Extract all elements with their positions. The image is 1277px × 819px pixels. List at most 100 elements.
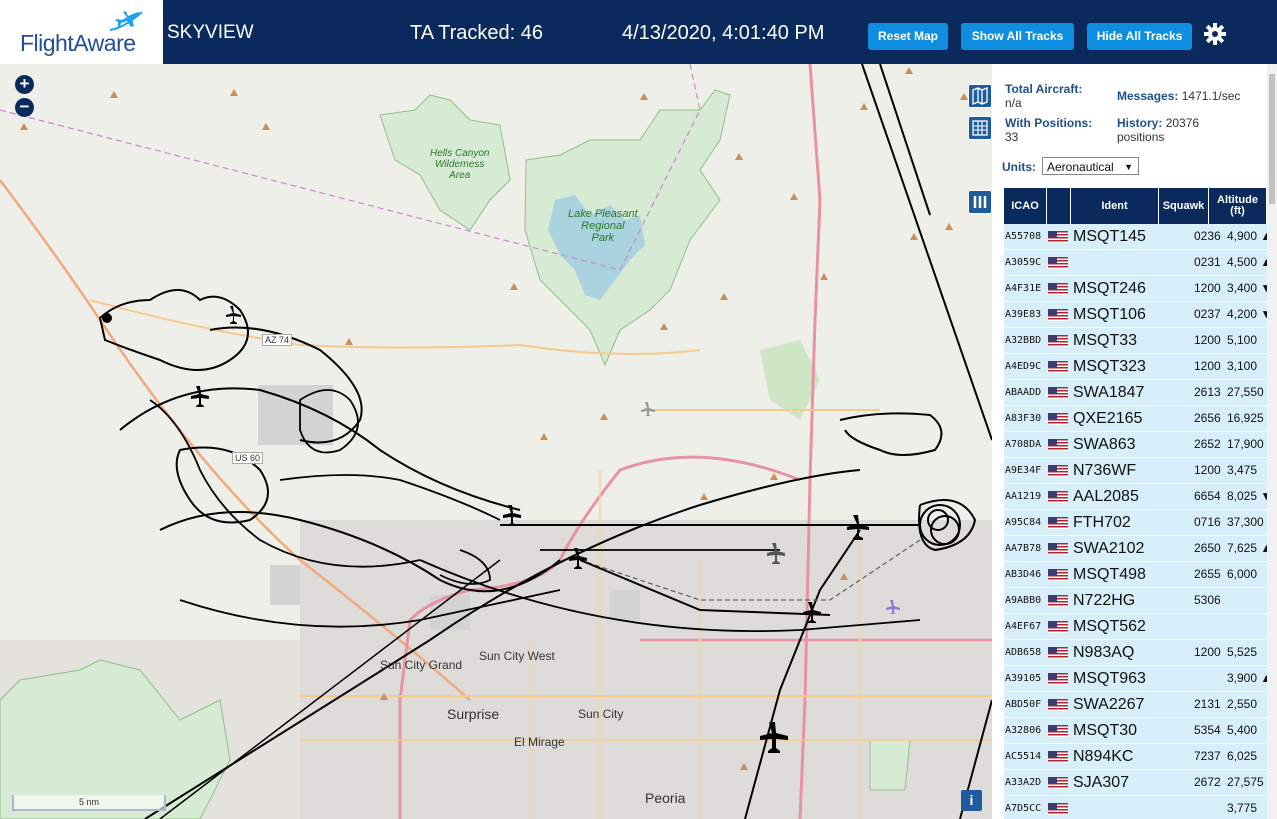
table-row[interactable]: ABD50F SWA2267 2131 2,550 xyxy=(1004,692,1267,718)
table-row[interactable]: AB3D46 MSQT498 2655 6,000 xyxy=(1004,562,1267,588)
current-datetime: 4/13/2020, 4:01:40 PM xyxy=(622,22,825,44)
us-flag-icon xyxy=(1048,257,1068,269)
us-flag-icon xyxy=(1048,465,1068,477)
altitude-cell: 5,525 xyxy=(1227,645,1258,659)
icao-cell: A95C84 xyxy=(1005,517,1042,528)
label-surprise: Surprise xyxy=(447,706,500,722)
top-bar: FlightAware SKYVIEW TA Tracked: 46 4/13/… xyxy=(0,0,1277,64)
zoom-out-button[interactable]: − xyxy=(15,98,34,117)
altitude-cell: 6,025 xyxy=(1227,749,1258,763)
icao-cell: A3059C xyxy=(1005,257,1042,268)
col-altitude[interactable]: Altitude (ft) xyxy=(1209,188,1267,224)
table-row[interactable]: A95C84 FTH702 0716 37,300 ▲ xyxy=(1004,510,1277,536)
icao-cell: A32BBD xyxy=(1005,335,1042,346)
squawk-cell: 1200 xyxy=(1194,281,1221,295)
table-row[interactable]: A9ABB0 N722HG 5306 xyxy=(1004,588,1267,614)
icao-cell: A9ABB0 xyxy=(1005,595,1042,606)
ident-cell: MSQT246 xyxy=(1073,280,1146,297)
col-flag[interactable] xyxy=(1047,188,1071,224)
grid-icon[interactable] xyxy=(968,116,992,140)
us-flag-icon xyxy=(1048,595,1068,607)
squawk-cell: 0236 xyxy=(1194,229,1221,243)
table-row[interactable]: A7D5CC 3,775 xyxy=(1004,796,1267,819)
zoom-in-button[interactable]: + xyxy=(15,75,34,94)
info-button[interactable]: i xyxy=(961,790,982,811)
table-row[interactable]: AA7B78 SWA2102 2650 7,625 ▲ xyxy=(1004,536,1272,562)
scrollbar-thumb[interactable] xyxy=(1269,74,1275,204)
airplane-logo-icon xyxy=(109,11,143,31)
ident-cell: MSQT323 xyxy=(1073,358,1146,375)
icao-cell: ABAADD xyxy=(1005,387,1042,398)
label-peoria: Peoria xyxy=(645,790,686,806)
table-row[interactable]: A39E83 MSQT106 0237 4,200 ▼ xyxy=(1004,302,1272,328)
table-row[interactable]: A4EF67 MSQT562 xyxy=(1004,614,1267,640)
table-row[interactable]: A32BBD MSQT33 1200 5,100 xyxy=(1004,328,1267,354)
icao-cell: A32806 xyxy=(1005,725,1042,736)
table-row[interactable]: A4F31E MSQT246 1200 3,400 ▼ xyxy=(1004,276,1272,302)
icao-cell: AA1219 xyxy=(1005,491,1042,502)
us-flag-icon xyxy=(1048,569,1068,581)
icao-cell: A39E83 xyxy=(1005,309,1042,320)
icao-cell: AC5514 xyxy=(1005,751,1042,762)
table-row[interactable]: A32806 MSQT30 5354 5,400 xyxy=(1004,718,1267,744)
table-row[interactable]: AC5514 N894KC 7237 6,025 xyxy=(1004,744,1267,770)
table-row[interactable]: A3059C 0231 4,500 ▲ xyxy=(1004,250,1272,276)
us-flag-icon xyxy=(1048,647,1068,659)
ident-cell: MSQT106 xyxy=(1073,306,1146,323)
with-positions: With Positions: 33 xyxy=(1005,116,1093,144)
us-flag-icon xyxy=(1048,231,1068,243)
squawk-cell: 2131 xyxy=(1194,697,1221,711)
units-label: Units: xyxy=(1002,160,1036,174)
table-row[interactable]: A39105 MSQT963 3,900 ▲ xyxy=(1004,666,1272,692)
ident-cell: MSQT145 xyxy=(1073,228,1146,245)
us-flag-icon xyxy=(1048,751,1068,763)
icao-cell: A9E34F xyxy=(1005,465,1042,476)
table-row[interactable]: A33A2D SJA307 2672 27,575 ▲ xyxy=(1004,770,1277,796)
table-row[interactable]: ABAADD SWA1847 2613 27,550 ▲ xyxy=(1004,380,1277,406)
squawk-cell: 1200 xyxy=(1194,333,1221,347)
reset-map-button[interactable]: Reset Map xyxy=(868,23,948,50)
altitude-cell: 7,625 ▲ xyxy=(1227,541,1273,555)
map-layers-icon[interactable] xyxy=(968,84,992,108)
squawk-cell: 0237 xyxy=(1194,307,1221,321)
table-row[interactable]: A4ED9C MSQT323 1200 3,100 xyxy=(1004,354,1267,380)
altitude-cell: 3,100 xyxy=(1227,359,1258,373)
map-view[interactable]: Hells Canyon Wilderness Area Lake Pleasant… xyxy=(0,64,992,819)
us-flag-icon xyxy=(1048,491,1068,503)
table-row[interactable]: A83F30 QXE2165 2656 16,925 ▲ xyxy=(1004,406,1277,432)
us-flag-icon xyxy=(1048,673,1068,685)
table-row[interactable]: AA1219 AAL2085 6654 8,025 ▼ xyxy=(1004,484,1272,510)
col-ident[interactable]: Ident xyxy=(1071,188,1159,224)
icao-cell: A4EF67 xyxy=(1005,621,1042,632)
panel-scrollbar[interactable] xyxy=(1267,64,1277,819)
ident-cell: SJA307 xyxy=(1073,774,1130,791)
gear-icon[interactable] xyxy=(1203,22,1227,46)
table-row[interactable]: A708DA SWA863 2652 17,900 ▲ xyxy=(1004,432,1277,458)
flightaware-logo[interactable]: FlightAware xyxy=(0,0,163,64)
show-all-tracks-button[interactable]: Show All Tracks xyxy=(961,23,1074,50)
us-flag-icon xyxy=(1048,387,1068,399)
col-icao[interactable]: ICAO xyxy=(1004,188,1047,224)
squawk-cell: 2613 xyxy=(1194,385,1221,399)
ident-cell: N894KC xyxy=(1073,748,1134,765)
columns-icon[interactable] xyxy=(968,190,992,214)
altitude-cell: 2,550 xyxy=(1227,697,1258,711)
hide-all-tracks-button[interactable]: Hide All Tracks xyxy=(1087,23,1192,50)
ident-cell: AAL2085 xyxy=(1073,488,1139,505)
ident-cell: MSQT498 xyxy=(1073,566,1146,583)
label-el-mirage: El Mirage xyxy=(514,735,565,749)
us-flag-icon xyxy=(1048,517,1068,529)
col-squawk[interactable]: Squawk xyxy=(1159,188,1209,224)
table-row[interactable]: ADB658 N983AQ 1200 5,525 xyxy=(1004,640,1267,666)
ident-cell: MSQT562 xyxy=(1073,618,1146,635)
icao-cell: A55708 xyxy=(1005,231,1042,242)
table-row[interactable]: A55708 MSQT145 0236 4,900 ▲ xyxy=(1004,224,1272,250)
us-flag-icon xyxy=(1048,777,1068,789)
table-header: ICAO Ident Squawk Altitude (ft) xyxy=(1004,188,1267,224)
us-flag-icon xyxy=(1048,335,1068,347)
units-select[interactable]: Aeronautical ▼ xyxy=(1042,157,1139,175)
squawk-cell: 1200 xyxy=(1194,463,1221,477)
squawk-cell: 1200 xyxy=(1194,645,1221,659)
table-row[interactable]: A9E34F N736WF 1200 3,475 xyxy=(1004,458,1267,484)
label-lake-pleasant: Lake Pleasant Regional Park xyxy=(568,208,638,244)
